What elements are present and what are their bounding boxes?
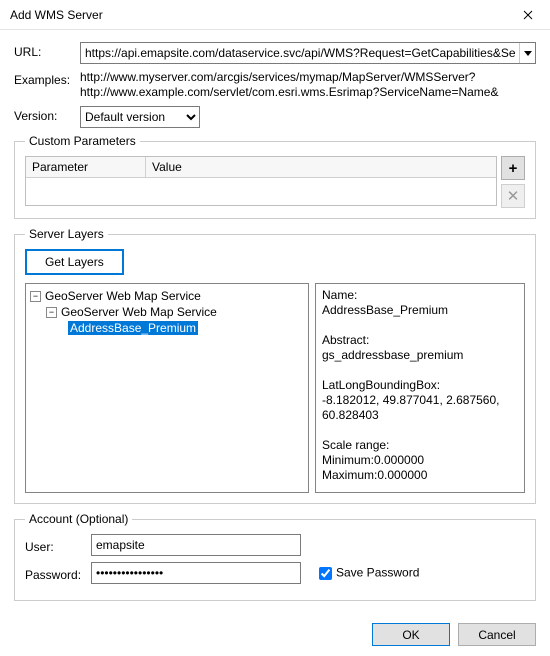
window-title: Add WMS Server [10,8,505,22]
close-icon [523,10,533,20]
tree-root[interactable]: −GeoServer Web Map Service [28,288,306,304]
examples-line2: http://www.example.com/servlet/com.esri.… [80,85,498,100]
col-value[interactable]: Value [146,157,496,177]
user-input[interactable] [91,534,301,556]
ok-button[interactable]: OK [372,623,450,646]
remove-parameter-button: ✕ [501,184,525,208]
url-dropdown-button[interactable] [519,43,535,63]
get-layers-button[interactable]: Get Layers [25,249,124,275]
custom-parameters-legend: Custom Parameters [25,134,140,148]
account-group: Account (Optional) User: Password: Save … [14,512,536,601]
password-label: Password: [25,565,91,582]
detail-scale-max: Maximum:0.000000 [322,468,522,483]
close-button[interactable] [505,0,550,30]
tree-leaf[interactable]: AddressBase_Premium [28,320,306,336]
collapse-icon[interactable]: − [30,291,41,302]
cancel-button[interactable]: Cancel [458,623,536,646]
chevron-down-icon [524,49,532,57]
collapse-icon[interactable]: − [46,307,57,318]
save-password-checkbox[interactable] [319,567,332,580]
add-parameter-button[interactable]: + [501,156,525,180]
tree-leaf-selected: AddressBase_Premium [68,321,198,335]
user-label: User: [25,537,91,554]
parameters-table[interactable]: Parameter Value [25,156,497,206]
save-password-label[interactable]: Save Password [315,564,419,583]
detail-name-value: AddressBase_Premium [322,303,522,318]
examples-text: http://www.myserver.com/arcgis/services/… [80,70,498,100]
url-input[interactable] [81,46,519,60]
detail-scale-min: Minimum:0.000000 [322,453,522,468]
dialog-footer: OK Cancel [0,617,550,656]
detail-bbox-label: LatLongBoundingBox: [322,378,522,393]
examples-label: Examples: [14,70,80,87]
server-layers-legend: Server Layers [25,227,108,241]
version-label: Version: [14,106,80,123]
plus-icon: + [509,160,518,177]
url-label: URL: [14,42,80,59]
detail-bbox-value: -8.182012, 49.877041, 2.687560, 60.82840… [322,393,522,423]
col-parameter[interactable]: Parameter [26,157,146,177]
server-layers-group: Server Layers Get Layers −GeoServer Web … [14,227,536,504]
layer-details[interactable]: Name: AddressBase_Premium Abstract: gs_a… [315,283,525,493]
title-bar: Add WMS Server [0,0,550,30]
examples-line1: http://www.myserver.com/arcgis/services/… [80,70,498,85]
version-select[interactable]: Default version [80,106,200,128]
password-input[interactable] [91,562,301,584]
url-combo[interactable] [80,42,536,64]
detail-abstract-value: gs_addressbase_premium [322,348,522,363]
detail-abstract-label: Abstract: [322,333,522,348]
tree-child[interactable]: −GeoServer Web Map Service [28,304,306,320]
detail-name-label: Name: [322,288,522,303]
layers-tree[interactable]: −GeoServer Web Map Service −GeoServer We… [25,283,309,493]
remove-icon: ✕ [507,187,520,205]
custom-parameters-group: Custom Parameters Parameter Value + ✕ [14,134,536,219]
account-legend: Account (Optional) [25,512,132,526]
detail-scale-label: Scale range: [322,438,522,453]
